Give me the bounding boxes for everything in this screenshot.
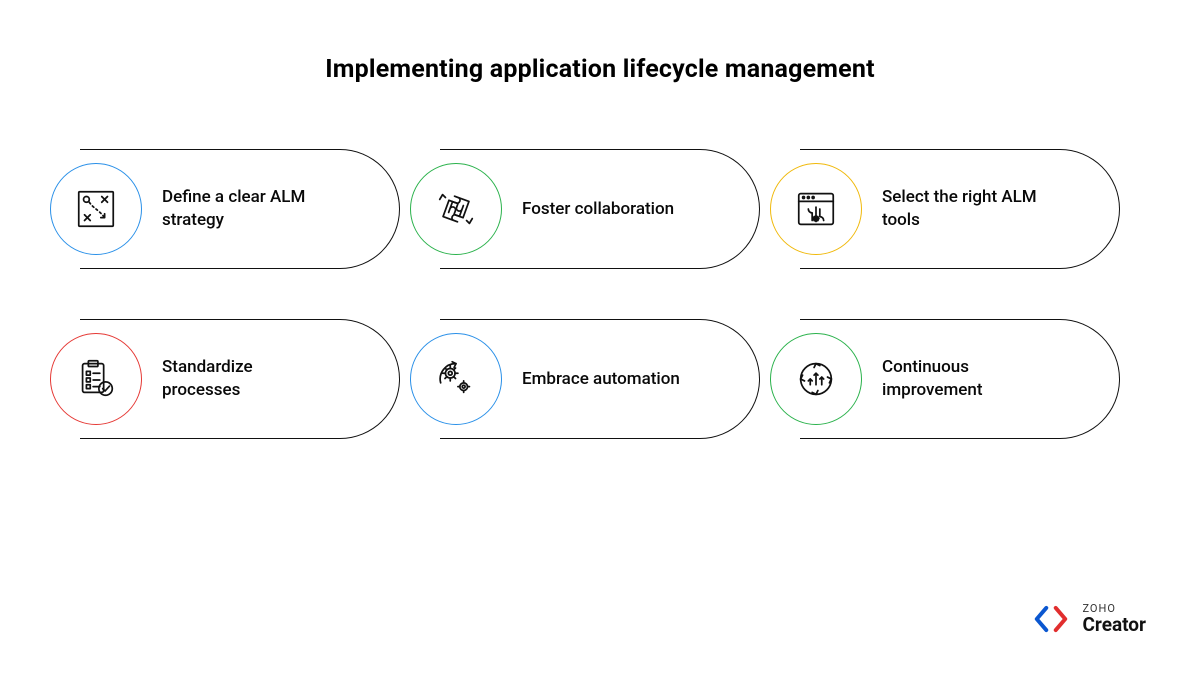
- improvement-icon: [770, 333, 862, 425]
- card-strategy: Define a clear ALM strategy: [80, 149, 400, 269]
- collaboration-icon: [410, 163, 502, 255]
- tools-icon: [770, 163, 862, 255]
- brand-large: Creator: [1082, 615, 1146, 635]
- card-automation: Embrace automation: [440, 319, 760, 439]
- card-standardize: Standardize processes: [80, 319, 400, 439]
- zoho-creator-logo-icon: [1032, 600, 1070, 638]
- card-tools: Select the right ALM tools: [800, 149, 1120, 269]
- automation-icon: [410, 333, 502, 425]
- card-collaboration: Foster collaboration: [440, 149, 760, 269]
- card-label: Foster collaboration: [522, 198, 674, 221]
- strategy-icon: [50, 163, 142, 255]
- card-label: Standardize processes: [162, 356, 332, 402]
- card-improvement: Continuous improvement: [800, 319, 1120, 439]
- card-label: Continuous improvement: [882, 356, 1052, 402]
- brand-footer: ZOHO Creator: [1032, 600, 1146, 638]
- card-label: Define a clear ALM strategy: [162, 186, 332, 232]
- card-label: Embrace automation: [522, 368, 680, 391]
- cards-grid: Define a clear ALM strategy Foster colla…: [0, 149, 1200, 439]
- card-label: Select the right ALM tools: [882, 186, 1052, 232]
- checklist-icon: [50, 333, 142, 425]
- page-title: Implementing application lifecycle manag…: [0, 55, 1200, 84]
